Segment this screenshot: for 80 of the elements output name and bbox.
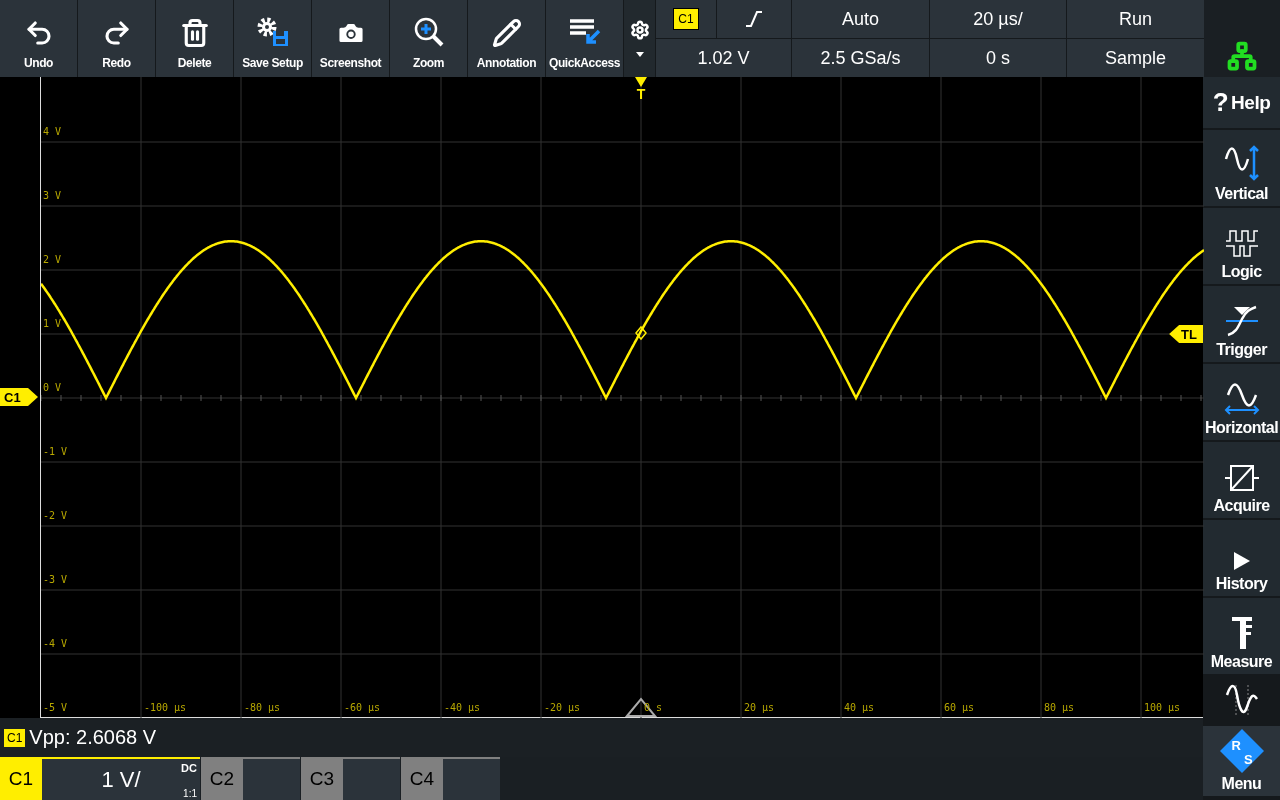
trigger-point-icon — [635, 325, 647, 341]
channel-scale-panel[interactable]: 1 V/ DC 1:1 — [42, 757, 200, 800]
channel-badge: C1 — [4, 728, 26, 747]
axis-label: 2 V — [43, 254, 62, 265]
triangle-icon — [635, 77, 647, 87]
channel-badge: C1 — [673, 8, 699, 30]
toolbar-button[interactable]: Save Setup — [234, 0, 311, 77]
axis-label: 3 V — [43, 190, 62, 201]
channel-button[interactable]: C4 — [401, 757, 443, 800]
toolbar-settings-button[interactable] — [624, 0, 655, 77]
caret-icon — [635, 52, 644, 57]
horizontal-position-cell[interactable]: 0 s — [930, 39, 1066, 77]
caliper-icon — [1229, 615, 1254, 649]
trigger-mode-cell[interactable]: Auto — [792, 0, 929, 38]
rising-edge-icon — [744, 10, 764, 28]
toolbar-button[interactable]: Delete — [156, 0, 233, 77]
sine-horizontal-arrow-icon — [1223, 381, 1260, 415]
sidebar-button[interactable]: Measure — [1203, 598, 1280, 676]
axis-label: -2 V — [43, 510, 68, 521]
axis-label: -4 V — [43, 638, 68, 649]
pencil-icon — [491, 18, 522, 48]
toolbar-button[interactable]: Undo — [0, 0, 77, 77]
axis-label: 80 µs — [1044, 702, 1075, 713]
gear-icon — [629, 20, 650, 40]
timebase-cell[interactable]: 20 µs/ — [930, 0, 1066, 38]
sidebar-button[interactable]: Trigger — [1203, 286, 1280, 364]
axis-label: 0 V — [43, 382, 62, 393]
sample-rate-cell[interactable]: 2.5 GSa/s — [792, 39, 929, 77]
axis-label: -100 µs — [144, 702, 187, 713]
toolbar-button[interactable]: Annotation — [468, 0, 545, 77]
sine-icon — [1224, 682, 1259, 717]
axis-label: 100 µs — [1144, 702, 1181, 713]
axis-label: -60 µs — [344, 702, 381, 713]
sidebar-button[interactable]: Vertical — [1203, 130, 1280, 208]
menu-button[interactable]: R S Menu — [1203, 726, 1280, 796]
vertical-scale: 1 V/ — [101, 766, 141, 793]
sine-vertical-arrow-icon — [1223, 145, 1260, 181]
trigger-position-icon — [624, 697, 658, 717]
trigger-level-cell[interactable]: 1.02 V — [656, 39, 791, 77]
axis-label: -5 V — [43, 702, 68, 713]
play-icon — [1232, 551, 1251, 571]
coupling-label: DC — [181, 762, 197, 774]
trigger-slope-cell[interactable] — [717, 0, 791, 38]
toolbar-button[interactable]: Screenshot — [312, 0, 389, 77]
toolbar-button[interactable]: Zoom — [390, 0, 467, 77]
axis-label: -1 V — [43, 446, 68, 457]
toolbar-button[interactable]: Redo — [78, 0, 155, 77]
sidebar-button[interactable]: Logic — [1203, 208, 1280, 286]
zoom-icon — [412, 16, 445, 48]
measurement-readout: Vpp: 2.6068 V — [29, 726, 157, 749]
sidebar-button[interactable]: Horizontal — [1203, 364, 1280, 442]
axis-label: 60 µs — [944, 702, 975, 713]
toolbar-button[interactable]: QuickAccess — [546, 0, 623, 77]
acquisition-mode-cell[interactable]: Sample — [1067, 39, 1204, 77]
channel-button[interactable]: C2 — [201, 757, 243, 800]
channel-marker[interactable]: C1 — [0, 388, 38, 406]
sidebar-button[interactable]: History — [1203, 520, 1280, 598]
help-button[interactable]: ?Help — [1203, 77, 1280, 130]
axis-label: -80 µs — [244, 702, 281, 713]
trash-icon — [179, 18, 210, 48]
probe-ratio: 1:1 — [183, 788, 197, 799]
axis-label: 1 V — [43, 318, 62, 329]
trigger-time-marker[interactable]: T — [633, 77, 649, 107]
channel-button[interactable]: C3 — [301, 757, 343, 800]
trigger-source-cell[interactable]: C1 — [656, 0, 716, 38]
axis-label: 40 µs — [844, 702, 875, 713]
gear-save-icon — [255, 16, 290, 48]
logic-icon — [1224, 229, 1259, 259]
trigger-icon — [1223, 305, 1260, 337]
converter-icon — [1224, 463, 1259, 493]
axis-label: -20 µs — [544, 702, 581, 713]
axis-label: -3 V — [43, 574, 68, 585]
channel-button[interactable]: C1 — [0, 757, 42, 800]
trigger-level-marker[interactable]: TL — [1169, 325, 1203, 343]
sidebar-button[interactable]: Acquire — [1203, 442, 1280, 520]
axis-label: -40 µs — [444, 702, 481, 713]
run-state-cell[interactable]: Run — [1067, 0, 1204, 38]
axis-label: 4 V — [43, 126, 62, 137]
axis-label: 20 µs — [744, 702, 775, 713]
network-icon — [1227, 41, 1257, 71]
